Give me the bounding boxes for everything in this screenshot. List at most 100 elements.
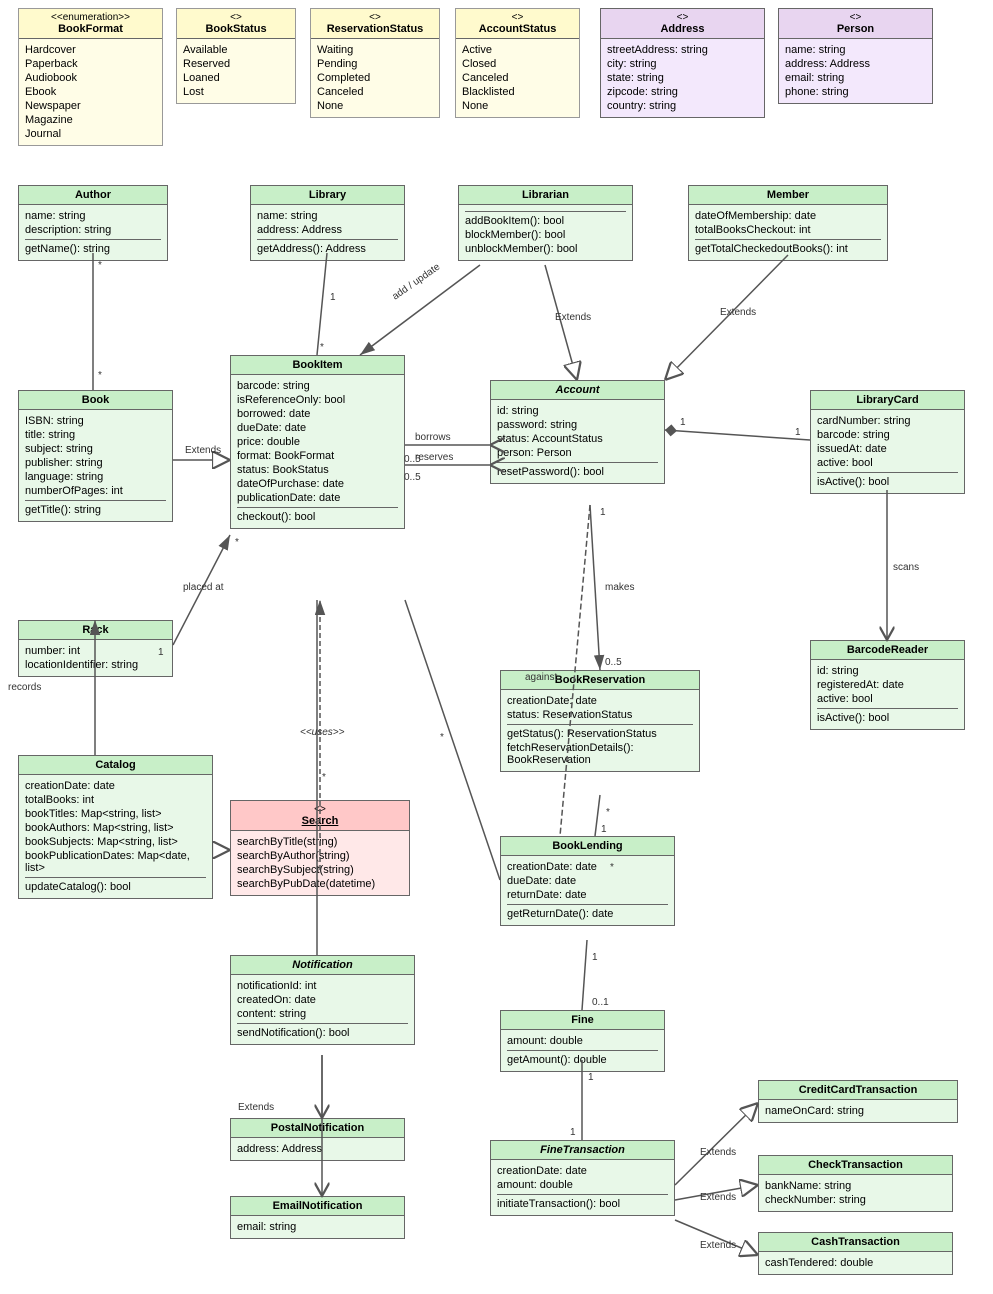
book-status-name: BookStatus: [205, 23, 266, 35]
casht-attr-1: cashTendered: double: [765, 1256, 946, 1270]
library-card-header: LibraryCard: [811, 391, 964, 410]
search-method-1: searchByTitle(string): [237, 835, 403, 849]
bi-attr-7: status: BookStatus: [237, 463, 398, 477]
book-body: ISBN: string title: string subject: stri…: [19, 410, 172, 521]
book-item-header: BookItem: [231, 356, 404, 375]
catalog-body: creationDate: date totalBooks: int bookT…: [19, 775, 212, 898]
svg-text:Extends: Extends: [238, 1102, 274, 1113]
bi-attr-6: format: BookFormat: [237, 449, 398, 463]
rack-header: Rack: [19, 621, 172, 640]
librarian-header: Librarian: [459, 186, 632, 205]
svg-text:*: *: [440, 732, 444, 743]
svg-text:*: *: [98, 260, 102, 271]
addr-attr-2: city: string: [607, 57, 758, 71]
book-header: Book: [19, 391, 172, 410]
notification-header: Notification: [231, 956, 414, 975]
address-body: streetAddress: string city: string state…: [601, 39, 764, 117]
svg-text:Extends: Extends: [700, 1192, 736, 1203]
postal-notification-header: PostalNotification: [231, 1119, 404, 1138]
credit-card-header: CreditCardTransaction: [759, 1081, 957, 1100]
cct-attr-1: nameOnCard: string: [765, 1104, 951, 1118]
book-format-header: <<enumeration>> BookFormat: [19, 9, 162, 39]
book-lending-header: BookLending: [501, 837, 674, 856]
book-format-stereotype: <<enumeration>>: [25, 12, 156, 23]
bl-attr-3: returnDate: date: [507, 888, 668, 902]
email-notification-body: email: string: [231, 1216, 404, 1238]
lc-attr-4: active: bool: [817, 456, 958, 470]
book-attr-4: publisher: string: [25, 456, 166, 470]
search-method-2: searchByAuthor(string): [237, 849, 403, 863]
author-attr-2: description: string: [25, 223, 161, 237]
svg-text:*: *: [320, 342, 324, 353]
svg-text:*: *: [98, 370, 102, 381]
rack-attr-2: locationIdentifier: string: [25, 658, 166, 672]
book-attr-3: subject: string: [25, 442, 166, 456]
address-header: <> Address: [601, 9, 764, 39]
acc-attr-4: person: Person: [497, 446, 658, 460]
rack-box: Rack number: int locationIdentifier: str…: [18, 620, 173, 677]
person-body: name: string address: Address email: str…: [779, 39, 932, 103]
barcode-reader-box: BarcodeReader id: string registeredAt: d…: [810, 640, 965, 730]
bs-attr-4: Lost: [183, 85, 289, 99]
lc-method-1: isActive(): bool: [817, 475, 958, 489]
library-method-1: getAddress(): Address: [257, 242, 398, 256]
notif-attr-1: notificationId: int: [237, 979, 408, 993]
svg-text:0..5: 0..5: [404, 472, 421, 483]
notif-attr-3: content: string: [237, 1007, 408, 1021]
person-name: Person: [837, 23, 874, 35]
bi-attr-2: isReferenceOnly: bool: [237, 393, 398, 407]
person-attr-1: name: string: [785, 43, 926, 57]
book-item-box: BookItem barcode: string isReferenceOnly…: [230, 355, 405, 529]
search-method-4: searchByPubDate(datetime): [237, 877, 403, 891]
svg-text:0..5: 0..5: [605, 657, 622, 668]
svg-text:records: records: [8, 682, 41, 693]
svg-text:Extends: Extends: [555, 312, 591, 323]
svg-text:*: *: [322, 772, 326, 783]
bl-method-1: getReturnDate(): date: [507, 907, 668, 921]
as-attr-5: None: [462, 99, 573, 113]
search-body: searchByTitle(string) searchByAuthor(str…: [231, 831, 409, 895]
addr-attr-3: state: string: [607, 71, 758, 85]
svg-text:1: 1: [592, 952, 598, 963]
acc-method-1: resetPassword(): bool: [497, 465, 658, 479]
bl-attr-1: creationDate: date: [507, 860, 668, 874]
bf-attr-3: Audiobook: [25, 71, 156, 85]
lc-attr-3: issuedAt: date: [817, 442, 958, 456]
bi-method-1: checkout(): bool: [237, 510, 398, 524]
library-box: Library name: string address: Address ge…: [250, 185, 405, 261]
book-status-box: <> BookStatus Available Reserved Loaned …: [176, 8, 296, 104]
svg-text:Extends: Extends: [720, 307, 756, 318]
check-transaction-box: CheckTransaction bankName: string checkN…: [758, 1155, 953, 1212]
book-reservation-box: BookReservation creationDate: date statu…: [500, 670, 700, 772]
library-card-box: LibraryCard cardNumber: string barcode: …: [810, 390, 965, 494]
person-box: <> Person name: string address: Address …: [778, 8, 933, 104]
member-method-1: getTotalCheckedoutBooks(): int: [695, 242, 881, 256]
cat-method-1: updateCatalog(): bool: [25, 880, 206, 894]
svg-text:reserves: reserves: [415, 452, 453, 463]
member-body: dateOfMembership: date totalBooksCheckou…: [689, 205, 887, 260]
author-box: Author name: string description: string …: [18, 185, 168, 261]
book-status-header: <> BookStatus: [177, 9, 295, 39]
fine-box: Fine amount: double getAmount(): double: [500, 1010, 665, 1072]
author-header: Author: [19, 186, 167, 205]
reservation-status-header: <> ReservationStatus: [311, 9, 439, 39]
bs-attr-3: Loaned: [183, 71, 289, 85]
svg-text:1: 1: [570, 1127, 576, 1138]
cash-transaction-box: CashTransaction cashTendered: double: [758, 1232, 953, 1275]
svg-text:0..5: 0..5: [404, 454, 421, 465]
bi-attr-3: borrowed: date: [237, 407, 398, 421]
postal-notification-box: PostalNotification address: Address: [230, 1118, 405, 1161]
acc-attr-2: password: string: [497, 418, 658, 432]
email-notification-box: EmailNotification email: string: [230, 1196, 405, 1239]
book-reservation-body: creationDate: date status: ReservationSt…: [501, 690, 699, 771]
bf-attr-4: Ebook: [25, 85, 156, 99]
bs-attr-1: Available: [183, 43, 289, 57]
svg-text:*: *: [235, 537, 239, 548]
library-header: Library: [251, 186, 404, 205]
librarian-box: Librarian addBookItem(): bool blockMembe…: [458, 185, 633, 261]
svg-text:Extends: Extends: [700, 1240, 736, 1251]
as-attr-2: Closed: [462, 57, 573, 71]
librarian-body: addBookItem(): bool blockMember(): bool …: [459, 205, 632, 260]
check-transaction-header: CheckTransaction: [759, 1156, 952, 1175]
as-attr-4: Blacklisted: [462, 85, 573, 99]
